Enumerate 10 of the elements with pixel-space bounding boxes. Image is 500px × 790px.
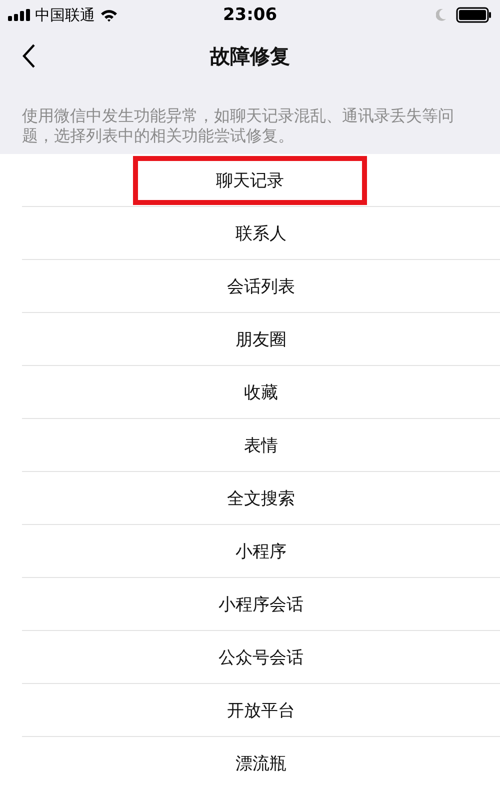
clock-time: 23:06 <box>222 5 278 25</box>
battery-icon <box>456 7 492 23</box>
signal-icon <box>8 9 30 21</box>
moon-icon <box>436 9 446 21</box>
back-icon[interactable] <box>22 43 36 69</box>
highlighted-list-item[interactable]: 聊天记录 <box>133 156 367 204</box>
wifi-icon <box>100 8 118 22</box>
description-text: 使用微信中发生功能异常，如聊天记录混乱、通讯录丢失等问题，选择列表中的相关功能尝试修复。 <box>0 82 500 154</box>
carrier-name: 中国联通 <box>35 6 95 24</box>
page-title: 故障修复 <box>210 42 290 70</box>
